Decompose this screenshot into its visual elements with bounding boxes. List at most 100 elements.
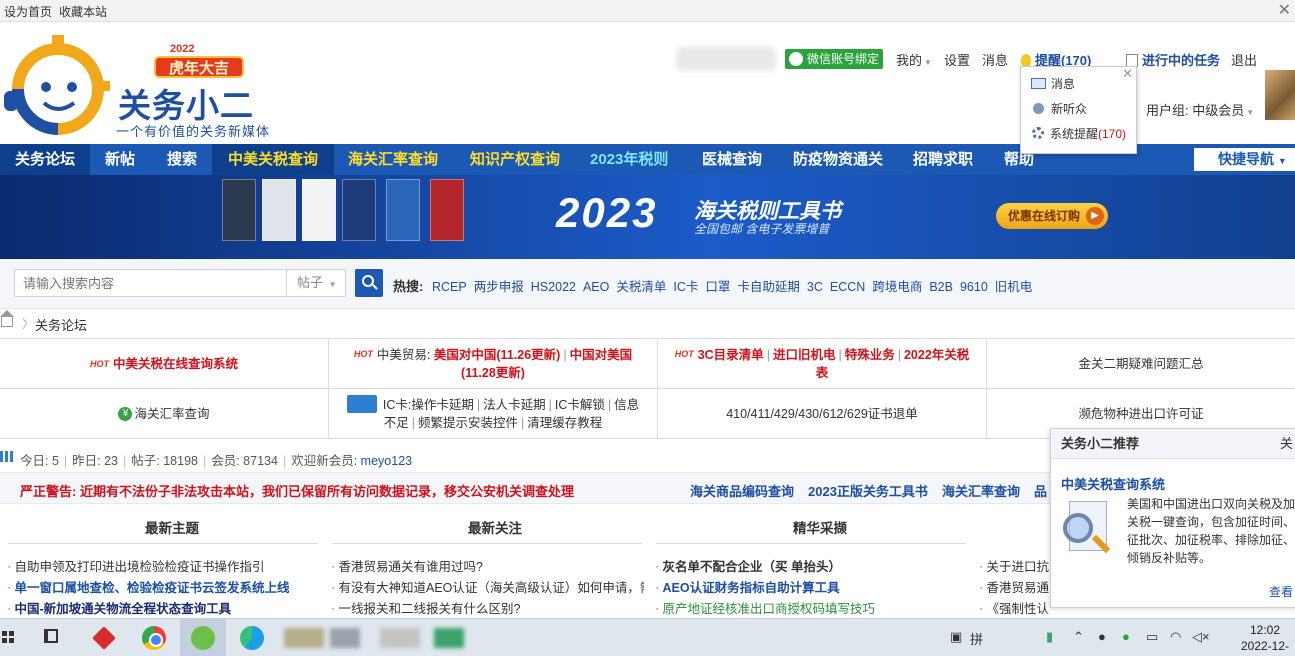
list-item[interactable]: 灰名单不配合企业（买 单抬头） [656,556,974,575]
windows-start-icon[interactable] [2,631,14,643]
wechat-bind-button[interactable]: 微信账号绑定 [785,49,884,69]
messages-link[interactable]: 消息 [982,50,1008,69]
promo-banner[interactable]: 2023 海关税则工具书 全国包邮 含电子发票增普 优惠在线订购 ▶ [0,175,1295,259]
hot-term-link[interactable]: 卡自助延期 [737,280,800,294]
recommend-title[interactable]: 中美关税查询系统 [1061,474,1165,493]
grid-cell-trade[interactable]: HOT 中美贸易: 美国对中国(11.26更新) | 中国对美国(11.28更新) [329,339,658,389]
dropdown-item-new-followers[interactable]: 新听众 [1031,100,1087,117]
grid-link[interactable]: 操作卡延期 [411,398,474,412]
list-item[interactable]: 有没有大神知道AEO认证（海关高级认证）如何申请，需 [332,577,644,596]
breadcrumb-current[interactable]: 关务论坛 [35,315,87,334]
pdf-icon[interactable]: ▣ [950,629,962,645]
view-more-link[interactable]: 查看 [1269,583,1293,600]
grid-link[interactable]: 清理缓存教程 [527,416,602,430]
list-item[interactable]: 《强制性认 [980,598,1050,617]
wechat-icon[interactable]: ● [1122,629,1130,644]
site-logo[interactable]: 2022 虎年大吉 关务小二 一个有价值的关务新媒体 [0,31,290,141]
hot-term-link[interactable]: 3C [807,280,823,294]
grid-link[interactable]: 3C目录清单 [698,348,764,362]
qq-icon[interactable]: ● [1098,629,1106,644]
nav-item-medical-devices[interactable]: 医械查询 [702,144,762,175]
app-icon[interactable] [92,626,116,650]
grid-link[interactable]: 法人卡延期 [483,398,546,412]
list-item[interactable]: AEO认证财务指标自助计算工具 [656,577,974,596]
search-scope-select[interactable]: 帖子 ▼ [286,269,346,297]
logout-link[interactable]: 退出 [1231,50,1257,69]
hot-term-link[interactable]: ECCN [830,280,865,294]
hot-term-link[interactable]: 跨境电商 [872,280,922,294]
new-member-link[interactable]: meyo123 [361,454,412,468]
nav-item-ip-query[interactable]: 知识产权查询 [470,144,560,175]
list-item[interactable]: 自助申领及打印进出境检验检疫证书操作指引 [8,556,326,575]
edge-icon[interactable] [240,626,264,650]
blurred-app-icon[interactable] [284,628,324,648]
home-icon[interactable] [0,310,14,327]
list-item[interactable]: 关于进口抗 [980,556,1050,575]
nav-item-exchange-rate[interactable]: 海关汇率查询 [348,144,438,175]
grid-link[interactable]: 频繁提示安装控件 [418,416,518,430]
warning-link[interactable]: 品 [1034,484,1047,499]
blurred-app-icon[interactable] [330,628,360,648]
wifi-icon[interactable]: ◠ [1170,629,1181,645]
nav-item-search[interactable]: 搜索 [167,144,197,175]
nav-item-tariff-query[interactable]: 中美关税查询 [212,144,335,175]
hot-term-link[interactable]: 旧机电 [995,280,1033,294]
grid-cell-tariff-system[interactable]: HOT 中美关税在线查询系统 [0,339,329,389]
hot-term-link[interactable]: 两步申报 [474,280,524,294]
warning-link[interactable]: 海关汇率查询 [942,484,1020,499]
nav-item-forum[interactable]: 关务论坛 [0,144,91,175]
nav-item-epidemic-supplies[interactable]: 防疫物资通关 [793,144,883,175]
hot-term-link[interactable]: RCEP [432,280,467,294]
grid-link[interactable]: 特殊业务 [845,348,895,362]
list-item[interactable]: 香港贸易通 [980,577,1050,596]
list-item[interactable]: 原产地证经核准出口商授权码填写技巧 [656,598,974,617]
user-group[interactable]: 用户组: 中级会员 ▼ [1146,100,1254,119]
hot-term-link[interactable]: 9610 [960,280,988,294]
settings-link[interactable]: 设置 [944,50,970,69]
blurred-app-icon[interactable] [380,628,420,648]
grid-cell-jinguan[interactable]: 金关二期疑难问题汇总 [987,339,1295,389]
avatar[interactable] [1265,70,1295,120]
blurred-app-icon[interactable] [434,628,464,648]
list-item[interactable]: 一线报关和二线报关有什么区别? [332,598,644,617]
browser-icon[interactable] [191,626,215,650]
search-button[interactable] [355,269,383,297]
close-icon[interactable]: ✕ [1278,0,1291,20]
grid-link[interactable]: IC卡解锁 [555,398,605,412]
dropdown-item-system-reminder[interactable]: 系统提醒(170) [1031,125,1126,142]
chrome-icon[interactable] [142,626,166,650]
hot-term-link[interactable]: IC卡 [673,280,698,294]
warning-link[interactable]: 海关商品编码查询 [690,484,794,499]
order-online-button[interactable]: 优惠在线订购 ▶ [996,203,1108,229]
keyboard-icon[interactable]: ▭ [1146,629,1158,645]
list-item[interactable]: 香港贸易通关有谁用过吗? [332,556,644,575]
task-view-icon[interactable] [44,629,58,643]
grid-cell-exchange-rate[interactable]: ¥ 海关汇率查询 [0,389,329,439]
close-icon[interactable]: ✕ [1122,66,1133,82]
list-item[interactable]: 单一窗口属地查检、检验检疫证书云签发系统上线 [8,577,326,596]
battery-icon[interactable]: ▮ [1046,629,1053,645]
set-home-link[interactable]: 设为首页 [4,3,52,20]
dropdown-item-messages[interactable]: 消息 [1031,75,1075,92]
hot-term-link[interactable]: B2B [929,280,953,294]
warning-link[interactable]: 2023正版关务工具书 [808,484,928,499]
grid-cell-certificate[interactable]: 410/411/429/430/612/629证书退单 [658,389,987,439]
grid-link[interactable]: 进口旧机电 [773,348,836,362]
hot-term-link[interactable]: HS2022 [531,280,576,294]
speaker-muted-icon[interactable]: ◁× [1192,629,1210,645]
grid-cell-3c[interactable]: HOT 3C目录清单 | 进口旧机电 | 特殊业务 | 2022年关税表 [658,339,987,389]
tasks-link[interactable]: 进行中的任务 [1126,50,1220,69]
nav-item-tariff-2023[interactable]: 2023年税则 [590,144,668,175]
panel-close-button[interactable]: 关 [1280,429,1293,459]
bookmark-link[interactable]: 收藏本站 [59,3,107,20]
hot-term-link[interactable]: 口罩 [705,280,730,294]
search-input[interactable] [14,269,287,297]
hot-term-link[interactable]: 关税清单 [616,280,666,294]
hot-term-link[interactable]: AEO [583,280,609,294]
chevron-up-icon[interactable]: ⌃ [1073,629,1084,645]
grid-cell-ic-card[interactable]: IC卡:操作卡延期 | 法人卡延期 | IC卡解锁 | 信息不足 | 频繁提示安装控件 | 清理缓存… [329,389,658,439]
nav-item-new-posts[interactable]: 新帖 [105,144,135,175]
my-menu[interactable]: 我的 ▼ [896,50,932,69]
ime-icon[interactable]: 拼 [970,629,983,648]
grid-link[interactable]: 美国对中国(11.26更新) [434,348,560,362]
